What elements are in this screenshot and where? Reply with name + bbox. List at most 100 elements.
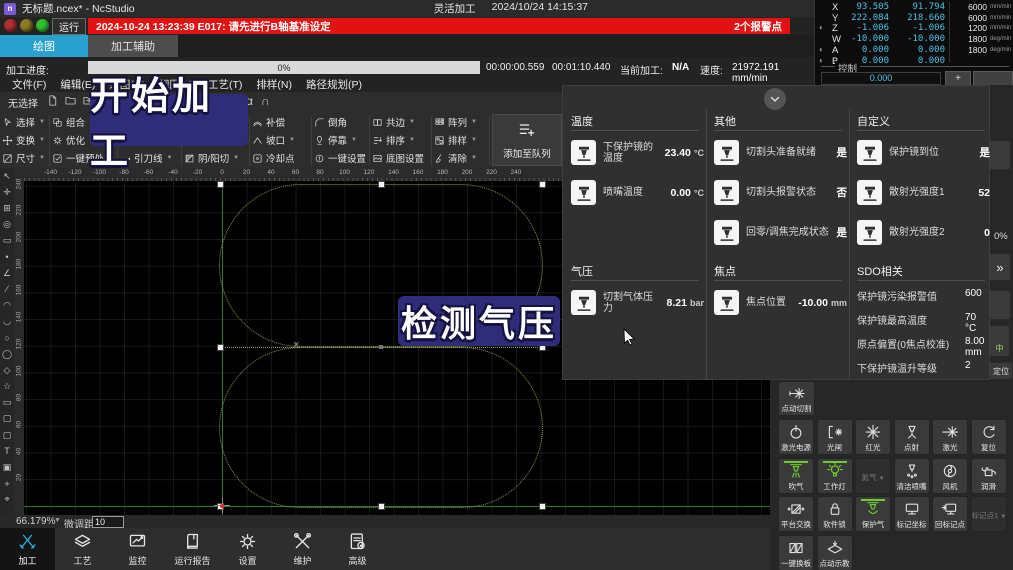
dropdown-arrow-icon[interactable]: ▼ [351,137,357,143]
ribbon-button-0-2[interactable]: 尺寸▼ [2,150,45,166]
machine-button-r2c0[interactable]: 平台交换 [778,496,814,532]
machine-button-r2c2[interactable]: 保护气 [855,496,891,532]
dropdown-arrow-icon[interactable]: ▼ [39,137,45,143]
clipped-button-top[interactable] [990,140,1011,170]
machine-button-r1c5[interactable]: 润滑 [971,458,1007,494]
ribbon-button-4-1[interactable]: 坡口▼ [252,132,295,148]
selection-handle[interactable] [217,344,224,351]
dropdown-arrow-icon[interactable]: ▼ [289,137,295,143]
jog-cut-button[interactable]: 点动切割 [778,381,815,416]
nav-item-6[interactable]: 高级 [330,528,385,570]
ribbon-button-5-0[interactable]: 倒角 [314,114,347,130]
nav-item-1[interactable]: 工艺 [55,528,110,570]
machine-button-r2c1[interactable]: 软件锁 [817,496,853,532]
dropdown-arrow-icon[interactable]: ▼ [39,155,45,161]
clipped-button-green[interactable]: 中 [990,325,1010,357]
machine-button-r0c2[interactable]: 红光 [855,419,891,455]
ribbon-button-5-2[interactable]: 一键设置 [314,150,366,166]
nav-item-2[interactable]: 监控 [110,528,165,570]
ribbon-button-1-1[interactable]: 优化▼ [52,132,95,148]
ribbon-button-6-2[interactable]: 底图设置 [372,150,424,166]
control-extra-button[interactable] [973,71,1013,86]
dropdown-arrow-icon[interactable]: ▼ [409,119,415,125]
run-button[interactable]: 运行 [52,18,86,35]
selection-handle[interactable] [217,181,224,188]
tool-select-arrow[interactable]: ↖ [1,168,14,184]
machine-button-r3c0[interactable]: 一键换板 [778,535,814,570]
clipped-button-locate[interactable]: 定位 [990,362,1013,380]
ribbon-button-7-0[interactable]: 阵列▼ [434,114,477,130]
tool-arc3[interactable]: ◡ [1,314,14,330]
tool-obround[interactable]: ▢ [1,427,14,443]
ribbon-button-7-1[interactable]: 排样▼ [434,132,477,148]
new-file-button[interactable] [46,94,59,112]
machine-button-r0c4[interactable]: 激光 [932,419,968,455]
tool-angle[interactable]: ∠ [1,265,14,281]
dropdown-arrow-icon[interactable]: ▼ [471,137,477,143]
clipped-button-mid[interactable] [990,290,1011,320]
tool-pick-point[interactable]: ⌖ [1,492,14,508]
focus-position-input[interactable]: 0.000 [821,72,941,85]
selection-handle[interactable] [378,503,385,510]
open-folder-button[interactable] [64,94,77,112]
tool-zoom[interactable]: ◎ [1,217,14,233]
control-plus-button[interactable]: + [945,71,971,86]
add-to-queue-button[interactable]: 添加至队列 [492,114,562,166]
ribbon-button-6-0[interactable]: 共边▼ [372,114,415,130]
machine-button-r0c3[interactable]: 点射 [894,419,930,455]
tool-polygon[interactable]: ◇ [1,362,14,378]
dropdown-arrow-icon[interactable]: ▼ [39,119,45,125]
dropdown-arrow-icon[interactable]: ▼ [409,137,415,143]
nav-item-0[interactable]: 加工 [0,528,55,570]
machine-button-r2c3[interactable]: 标记坐标 [894,496,930,532]
tab-0[interactable]: 绘图 [0,35,88,57]
tool-line[interactable]: ∕ [1,281,14,297]
zoom-dropdown-icon[interactable]: ▼ [54,517,61,524]
machine-button-r0c1[interactable]: 光闸 [817,419,853,455]
ribbon-button-4-0[interactable]: 补偿 [252,114,285,130]
tool-fit-view[interactable]: ⊞ [1,200,14,216]
fine-tune-input[interactable] [92,516,124,528]
tool-pan-hand[interactable]: ✛ [1,184,14,200]
tool-star[interactable]: ☆ [1,378,14,394]
ribbon-button-0-0[interactable]: 选择▼ [2,114,45,130]
ribbon-button-1-0[interactable]: 组合 [52,114,85,130]
nav-item-3[interactable]: 运行报告 [165,528,220,570]
tool-rounded-rect[interactable]: ▢ [1,411,14,427]
tab-1[interactable]: 加工辅助 [88,35,178,57]
selection-handle[interactable] [539,181,546,188]
menu-item-5[interactable]: 排样(N) [250,78,298,92]
ribbon-button-4-2[interactable]: 冷却点 [252,150,295,166]
dropdown-arrow-icon[interactable]: ▼ [471,119,477,125]
machine-button-r1c1[interactable]: 工作灯 [817,458,853,494]
machine-button-r1c2[interactable]: 氮气 ▼ [855,458,891,494]
curve-glyph-1[interactable]: ∩ [261,94,270,108]
tool-measure[interactable]: ▭ [1,233,14,249]
menu-item-6[interactable]: 路径规划(P) [300,78,368,92]
machine-button-r1c3[interactable]: 清洁喷嘴 [894,458,930,494]
ribbon-button-7-2[interactable]: 清除▼ [434,150,477,166]
tool-center-mark[interactable]: + [1,476,14,492]
nav-item-4[interactable]: 设置 [220,528,275,570]
tool-circle[interactable]: ◯ [1,346,14,362]
ribbon-button-5-1[interactable]: 停靠▼ [314,132,357,148]
dashed-shape-bottom[interactable] [219,347,543,508]
machine-button-r2c5[interactable]: 标记点1 ▼ [971,496,1007,532]
menu-item-0[interactable]: 文件(F) [6,78,52,92]
ribbon-button-6-1[interactable]: 排序▼ [372,132,415,148]
machine-button-r2c4[interactable]: 回标记点 [932,496,968,532]
tool-arc[interactable]: ◠ [1,298,14,314]
expand-panel-button[interactable]: » [990,253,1011,281]
machine-button-r1c4[interactable]: 风机 [932,458,968,494]
tool-point[interactable]: • [1,249,14,265]
machine-button-r0c5[interactable]: 复位 [971,419,1007,455]
machine-button-r3c1[interactable]: 点动示教 [817,535,853,570]
tool-text[interactable]: T [1,443,14,459]
machine-button-r0c0[interactable]: 激光电源 [778,419,814,455]
tool-rect[interactable]: ▭ [1,395,14,411]
selection-handle[interactable] [378,181,385,188]
machine-button-r1c0[interactable]: 吹气 [778,458,814,494]
alarm-bar[interactable]: 2024-10-24 13:23:39 E017: 请先进行B轴基准设定 2个报… [88,18,790,34]
tool-image[interactable]: ▣ [1,459,14,475]
tool-ellipse[interactable]: ○ [1,330,14,346]
